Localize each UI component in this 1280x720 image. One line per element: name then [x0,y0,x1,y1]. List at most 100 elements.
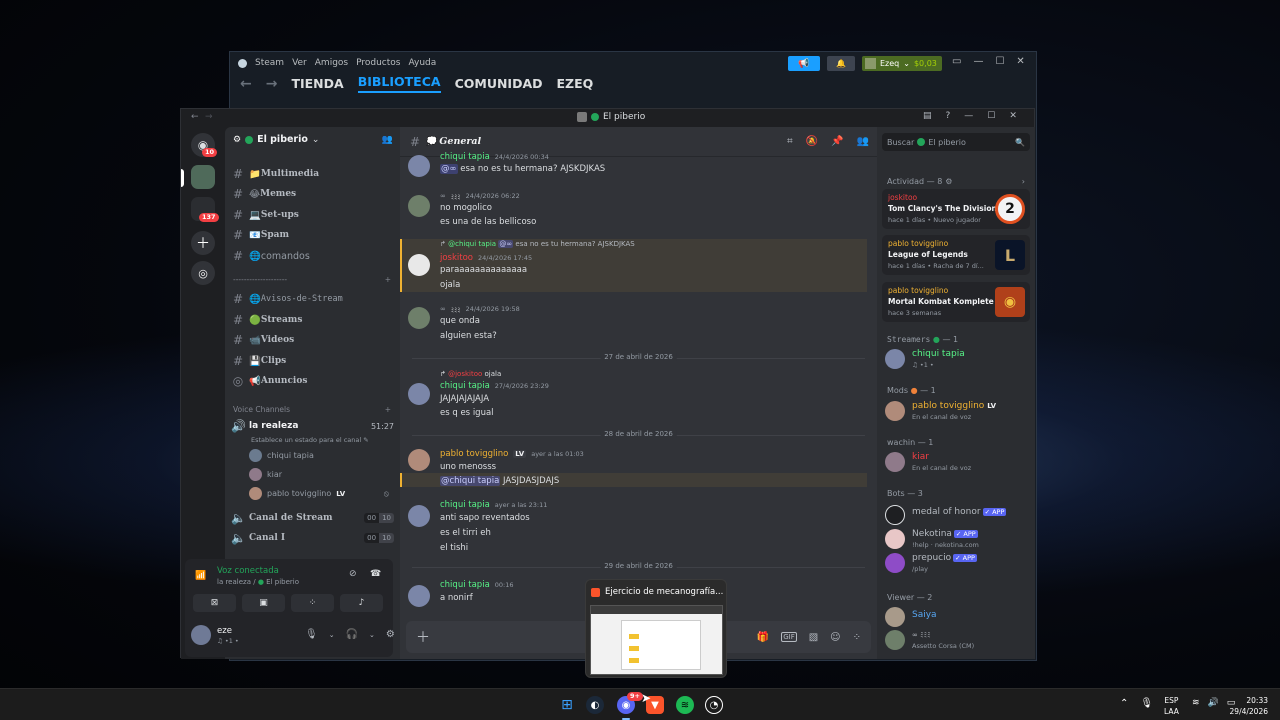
activities-button[interactable]: ⁘ [291,594,334,612]
avatar[interactable] [408,585,430,607]
member-kiar[interactable]: kiar En el canal de voz [885,450,1030,474]
avatar[interactable] [408,383,430,405]
avatar[interactable] [408,254,430,276]
voice-channel-stream[interactable]: 🔈 Canal de Stream 00 10 [231,509,394,527]
monitor-icon[interactable]: ▭ [952,56,961,67]
notification-settings-icon[interactable]: 🔕 [806,136,818,147]
language-indicator[interactable]: ESP LAA [1164,695,1179,717]
volume-icon[interactable]: 🔊 [1208,698,1219,708]
member-chiqui[interactable]: chiqui tapia ♫ •1 • [885,347,1030,371]
channel-videos[interactable]: # 📹 Videos [231,331,394,349]
avatar[interactable] [408,505,430,527]
wifi-icon[interactable]: ≋ [1192,698,1200,708]
steam-menu-productos[interactable]: Productos [356,58,400,68]
close-icon[interactable]: ✕ [1016,56,1024,67]
close-icon[interactable]: ✕ [1009,111,1017,121]
chevron-up-icon[interactable]: ⌃ [1120,698,1128,709]
threads-icon[interactable]: ⌗ [787,136,793,147]
server-el-piberio[interactable] [191,165,215,189]
voice-channel-la-realeza[interactable]: 🔊 la realeza 51:27 [231,417,394,435]
minimize-icon[interactable]: — [964,111,973,121]
member-list-icon[interactable]: 👥 [857,136,869,147]
user-avatar[interactable] [191,625,211,645]
reply-preview[interactable]: ↱ @chiqui tapia @∞ esa no es tu hermana?… [440,240,635,248]
activity-card[interactable]: joskitoo Tom Clancy's The Division 2 hac… [882,189,1030,229]
voice-channel-canal-i[interactable]: 🔈 Canal I 00 10 [231,529,394,547]
channel-spam[interactable]: # 📧 Spam [231,226,394,244]
help-icon[interactable]: ? [946,111,951,121]
soundboard-button[interactable]: ♪ [340,594,383,612]
member-pablo[interactable]: pablo tovigglino LV En el canal de voz [885,399,1030,423]
channel-anuncios[interactable]: ◎ 📢 Anuncios [231,372,394,390]
back-arrow-icon[interactable]: ← [240,76,252,92]
gif-icon[interactable]: GIF [781,632,797,642]
channel-avisos-de-stream[interactable]: # 🌐 Avisos-de-Stream [231,290,394,308]
voice-user-kiar[interactable]: kiar [249,468,282,481]
add-member-icon[interactable]: 👥 [382,135,393,145]
channel-clips[interactable]: # 💾 Clips [231,352,394,370]
announce-button[interactable]: 📢 [788,56,820,71]
steam-menu-amigos[interactable]: Amigos [315,58,348,68]
notifications-bell-icon[interactable]: 🔔 [827,56,855,71]
nav-ezeq[interactable]: EZEQ [557,76,594,91]
channel-comandos[interactable]: # 🌐 comandos [231,247,394,265]
activity-header[interactable]: Actividad — 8 ⚙ › [887,177,1025,186]
maximize-icon[interactable]: ☐ [987,111,995,121]
avatar[interactable] [408,307,430,329]
mention[interactable]: @∞ [440,164,458,174]
nav-comunidad[interactable]: COMUNIDAD [455,76,543,91]
activity-card[interactable]: pablo tovigglino League of Legends hace … [882,235,1030,275]
screenshare-button[interactable]: ▣ [242,594,285,612]
steam-menu-ayuda[interactable]: Ayuda [408,58,436,68]
settings-gear-icon[interactable]: ⚙ [233,135,241,145]
channel-streams[interactable]: # 🟢 Streams [231,311,394,329]
obs-taskbar-icon[interactable]: ◔ [705,696,723,714]
steam-menu-ver[interactable]: Ver [292,58,307,68]
disconnect-icon[interactable]: ☎ [370,569,381,579]
emoji-picker-icon[interactable]: ☺ [830,632,840,643]
maximize-icon[interactable]: ☐ [995,56,1004,67]
windows-start-icon[interactable]: ⊞ [558,696,576,714]
spotify-taskbar-icon[interactable]: ≋ [676,696,694,714]
minimize-icon[interactable]: — [973,56,983,67]
voice-category[interactable]: Voice Channels + [233,405,391,414]
forward-arrow-icon[interactable]: → [266,76,278,92]
headphones-icon[interactable]: 🎧 [346,629,358,640]
direct-messages-button[interactable]: ◉ 10 [191,133,218,157]
chevron-down-icon[interactable]: ⌄ [369,631,375,639]
microphone-icon[interactable]: 🎙 [305,629,318,640]
voice-status-field[interactable]: Establece un estado para el canal ✎ [251,436,369,444]
steam-menu-steam[interactable]: Steam [255,58,284,68]
discord-taskbar-icon[interactable]: ◉ 9+ [617,692,643,714]
pinned-messages-icon[interactable]: 📌 [831,136,843,147]
avatar[interactable] [408,449,430,471]
user-settings-gear-icon[interactable]: ⚙ [386,629,395,640]
microphone-icon[interactable]: 🎙 [1140,698,1153,709]
gift-icon[interactable]: 🎁 [757,632,769,643]
add-server-button[interactable]: ＋ [191,231,215,255]
channel-set-ups[interactable]: # 💻 Set-ups [231,206,394,224]
bot-medal-of-honor[interactable]: medal of honor ✓ APP [885,503,1030,527]
member-saiya[interactable]: Saiya [885,605,1030,629]
activity-card[interactable]: pablo tovigglino Mortal Kombat Komplete … [882,282,1030,322]
nav-biblioteca[interactable]: BIBLIOTECA [357,74,441,93]
forward-arrow-icon[interactable]: → [205,112,213,122]
inbox-icon[interactable]: ▤ [923,111,932,121]
noise-suppression-icon[interactable]: ⊘ [349,569,357,579]
bot-nekotina[interactable]: Nekotina ✓ APP !help · nekotina.com [885,527,1030,551]
apps-icon[interactable]: ⁘ [853,632,861,643]
search-input[interactable]: Buscar El piberio 🔍 [882,133,1030,151]
avatar[interactable] [408,155,430,177]
taskbar-preview[interactable]: Ejercicio de mecanografía... [585,579,727,678]
clock[interactable]: 20:33 29/4/2026 [1228,695,1268,717]
voice-user-chiqui[interactable]: chiqui tapia [249,449,314,462]
steam-user-button[interactable]: Ezeq ⌄ $0,03 [862,56,942,71]
server-folder[interactable]: 137 [191,197,219,222]
avatar[interactable] [408,195,430,217]
chevron-down-icon[interactable]: ⌄ [329,631,335,639]
channel-multimedia[interactable]: # 📁 Multimedia [231,165,394,183]
camera-off-button[interactable]: ⊠ [193,594,236,612]
discover-button[interactable]: ◎ [191,261,215,285]
category-separator[interactable]: -------------------- + [233,275,391,284]
steam-taskbar-icon[interactable]: ◐ [586,696,604,714]
